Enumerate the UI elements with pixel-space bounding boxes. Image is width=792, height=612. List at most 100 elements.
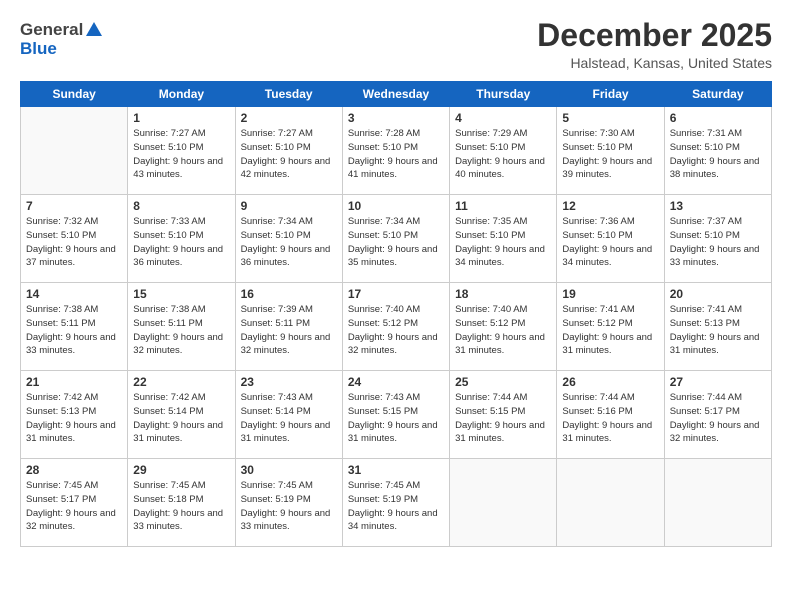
day-info: Sunrise: 7:35 AMSunset: 5:10 PMDaylight:… [455, 216, 545, 268]
page: General Blue December 2025 Halstead, Kan… [0, 0, 792, 612]
day-number: 24 [348, 375, 444, 389]
day-cell: 20Sunrise: 7:41 AMSunset: 5:13 PMDayligh… [664, 283, 771, 371]
day-info: Sunrise: 7:27 AMSunset: 5:10 PMDaylight:… [241, 128, 331, 180]
day-number: 26 [562, 375, 658, 389]
header-friday: Friday [557, 82, 664, 107]
logo-triangle-icon [86, 20, 102, 41]
day-info: Sunrise: 7:32 AMSunset: 5:10 PMDaylight:… [26, 216, 116, 268]
title-block: December 2025 Halstead, Kansas, United S… [537, 18, 772, 71]
day-number: 6 [670, 111, 766, 125]
day-info: Sunrise: 7:27 AMSunset: 5:10 PMDaylight:… [133, 128, 223, 180]
logo-blue-text: Blue [20, 39, 57, 59]
day-cell: 31 Sunrise: 7:45 AMSunset: 5:19 PMDayligh… [342, 459, 449, 547]
day-number: 23 [241, 375, 337, 389]
day-info: Sunrise: 7:33 AMSunset: 5:10 PMDaylight:… [133, 216, 223, 268]
week-row-2: 7 Sunrise: 7:32 AMSunset: 5:10 PMDaylight… [21, 195, 772, 283]
day-cell: 19 Sunrise: 7:41 AMSunset: 5:12 PMDayligh… [557, 283, 664, 371]
day-info: Sunrise: 7:42 AMSunset: 5:14 PMDaylight:… [133, 392, 223, 444]
day-info: Sunrise: 7:37 AMSunset: 5:10 PMDaylight:… [670, 216, 760, 268]
day-cell: 27 Sunrise: 7:44 AMSunset: 5:17 PMDayligh… [664, 371, 771, 459]
week-row-4: 21 Sunrise: 7:42 AMSunset: 5:13 PMDayligh… [21, 371, 772, 459]
header-wednesday: Wednesday [342, 82, 449, 107]
day-info: Sunrise: 7:45 AMSunset: 5:19 PMDaylight:… [241, 480, 331, 532]
day-number: 30 [241, 463, 337, 477]
day-number: 7 [26, 199, 122, 213]
day-cell: 7 Sunrise: 7:32 AMSunset: 5:10 PMDaylight… [21, 195, 128, 283]
calendar: Sunday Monday Tuesday Wednesday Thursday… [20, 81, 772, 547]
day-cell: 2 Sunrise: 7:27 AMSunset: 5:10 PMDaylight… [235, 107, 342, 195]
day-cell: 28 Sunrise: 7:45 AMSunset: 5:17 PMDayligh… [21, 459, 128, 547]
day-cell: 8 Sunrise: 7:33 AMSunset: 5:10 PMDaylight… [128, 195, 235, 283]
header-thursday: Thursday [450, 82, 557, 107]
day-info: Sunrise: 7:43 AMSunset: 5:14 PMDaylight:… [241, 392, 331, 444]
day-info: Sunrise: 7:41 AMSunset: 5:13 PMDaylight:… [670, 304, 760, 356]
day-info: Sunrise: 7:38 AMSunset: 5:11 PMDaylight:… [26, 304, 116, 356]
day-number: 31 [348, 463, 444, 477]
day-info: Sunrise: 7:38 AMSunset: 5:11 PMDaylight:… [133, 304, 223, 356]
day-info: Sunrise: 7:39 AMSunset: 5:11 PMDaylight:… [241, 304, 331, 356]
day-info: Sunrise: 7:45 AMSunset: 5:17 PMDaylight:… [26, 480, 116, 532]
day-cell: 1 Sunrise: 7:27 AMSunset: 5:10 PMDaylight… [128, 107, 235, 195]
day-cell: 17 Sunrise: 7:40 AMSunset: 5:12 PMDayligh… [342, 283, 449, 371]
day-info: Sunrise: 7:45 AMSunset: 5:19 PMDaylight:… [348, 480, 438, 532]
week-row-3: 14Sunrise: 7:38 AMSunset: 5:11 PMDayligh… [21, 283, 772, 371]
day-cell [450, 459, 557, 547]
day-number: 28 [26, 463, 122, 477]
day-cell: 3Sunrise: 7:28 AMSunset: 5:10 PMDaylight… [342, 107, 449, 195]
day-info: Sunrise: 7:44 AMSunset: 5:17 PMDaylight:… [670, 392, 760, 444]
week-row-1: 1 Sunrise: 7:27 AMSunset: 5:10 PMDaylight… [21, 107, 772, 195]
day-cell: 9Sunrise: 7:34 AMSunset: 5:10 PMDaylight… [235, 195, 342, 283]
header-monday: Monday [128, 82, 235, 107]
day-cell: 21 Sunrise: 7:42 AMSunset: 5:13 PMDayligh… [21, 371, 128, 459]
day-number: 4 [455, 111, 551, 125]
day-number: 8 [133, 199, 229, 213]
day-cell: 29 Sunrise: 7:45 AMSunset: 5:18 PMDayligh… [128, 459, 235, 547]
day-info: Sunrise: 7:44 AMSunset: 5:16 PMDaylight:… [562, 392, 652, 444]
week-row-5: 28 Sunrise: 7:45 AMSunset: 5:17 PMDayligh… [21, 459, 772, 547]
day-number: 5 [562, 111, 658, 125]
day-cell [664, 459, 771, 547]
day-info: Sunrise: 7:40 AMSunset: 5:12 PMDaylight:… [348, 304, 438, 356]
day-number: 22 [133, 375, 229, 389]
day-info: Sunrise: 7:41 AMSunset: 5:12 PMDaylight:… [562, 304, 652, 356]
day-cell: 25Sunrise: 7:44 AMSunset: 5:15 PMDayligh… [450, 371, 557, 459]
logo: General Blue [20, 18, 102, 59]
day-number: 29 [133, 463, 229, 477]
day-cell: 22 Sunrise: 7:42 AMSunset: 5:14 PMDayligh… [128, 371, 235, 459]
day-info: Sunrise: 7:45 AMSunset: 5:18 PMDaylight:… [133, 480, 223, 532]
header-saturday: Saturday [664, 82, 771, 107]
day-number: 2 [241, 111, 337, 125]
day-cell: 11Sunrise: 7:35 AMSunset: 5:10 PMDayligh… [450, 195, 557, 283]
day-info: Sunrise: 7:30 AMSunset: 5:10 PMDaylight:… [562, 128, 652, 180]
day-info: Sunrise: 7:44 AMSunset: 5:15 PMDaylight:… [455, 392, 545, 444]
day-info: Sunrise: 7:28 AMSunset: 5:10 PMDaylight:… [348, 128, 438, 180]
day-number: 10 [348, 199, 444, 213]
day-info: Sunrise: 7:40 AMSunset: 5:12 PMDaylight:… [455, 304, 545, 356]
day-cell: 5 Sunrise: 7:30 AMSunset: 5:10 PMDaylight… [557, 107, 664, 195]
day-number: 17 [348, 287, 444, 301]
day-cell: 18 Sunrise: 7:40 AMSunset: 5:12 PMDayligh… [450, 283, 557, 371]
day-number: 27 [670, 375, 766, 389]
day-cell: 6 Sunrise: 7:31 AMSunset: 5:10 PMDaylight… [664, 107, 771, 195]
day-cell: 12Sunrise: 7:36 AMSunset: 5:10 PMDayligh… [557, 195, 664, 283]
day-cell: 26 Sunrise: 7:44 AMSunset: 5:16 PMDayligh… [557, 371, 664, 459]
day-cell: 30 Sunrise: 7:45 AMSunset: 5:19 PMDayligh… [235, 459, 342, 547]
day-number: 21 [26, 375, 122, 389]
day-number: 16 [241, 287, 337, 301]
logo-general-text: General [20, 20, 83, 40]
day-info: Sunrise: 7:31 AMSunset: 5:10 PMDaylight:… [670, 128, 760, 180]
day-number: 18 [455, 287, 551, 301]
day-cell [557, 459, 664, 547]
day-info: Sunrise: 7:34 AMSunset: 5:10 PMDaylight:… [348, 216, 438, 268]
day-info: Sunrise: 7:42 AMSunset: 5:13 PMDaylight:… [26, 392, 116, 444]
day-cell: 24Sunrise: 7:43 AMSunset: 5:15 PMDayligh… [342, 371, 449, 459]
day-number: 13 [670, 199, 766, 213]
day-info: Sunrise: 7:34 AMSunset: 5:10 PMDaylight:… [241, 216, 331, 268]
day-number: 12 [562, 199, 658, 213]
day-number: 15 [133, 287, 229, 301]
header-tuesday: Tuesday [235, 82, 342, 107]
weekday-header-row: Sunday Monday Tuesday Wednesday Thursday… [21, 82, 772, 107]
day-info: Sunrise: 7:29 AMSunset: 5:10 PMDaylight:… [455, 128, 545, 180]
day-number: 19 [562, 287, 658, 301]
day-number: 1 [133, 111, 229, 125]
